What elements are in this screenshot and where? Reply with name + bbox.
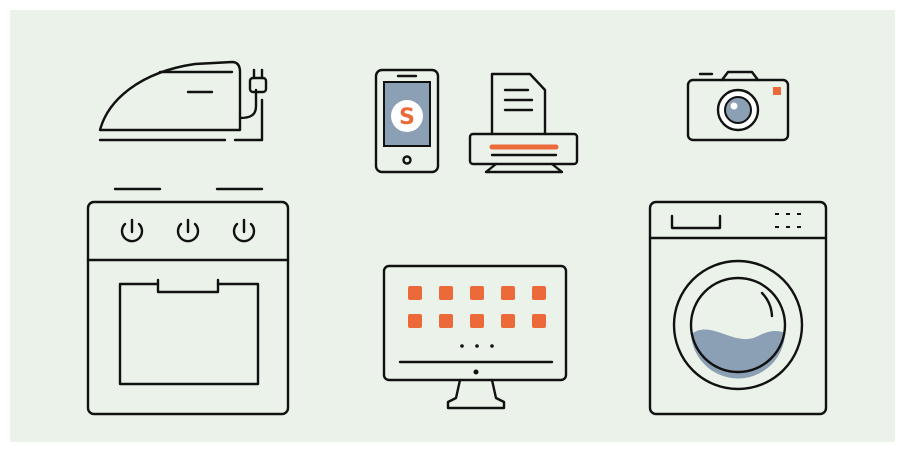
washing-machine-icon (648, 200, 828, 416)
app-tile (532, 314, 546, 328)
app-tile (408, 314, 422, 328)
app-tile (470, 286, 484, 300)
monitor-icon (382, 264, 568, 410)
iron-icon (98, 60, 268, 142)
camera-icon (686, 70, 790, 142)
app-tile (408, 286, 422, 300)
app-tile (439, 314, 453, 328)
app-tile (532, 286, 546, 300)
printer-icon (468, 72, 579, 174)
app-tiles (408, 286, 546, 328)
app-tile (439, 286, 453, 300)
app-tile (501, 286, 515, 300)
page-dots (460, 344, 494, 348)
smartphone-icon: S (374, 68, 440, 174)
oven-icon (86, 187, 290, 416)
control-buttons (775, 213, 801, 228)
app-tile (470, 314, 484, 328)
appliance-illustration: S (86, 60, 828, 416)
smartphone-logo-letter: S (399, 105, 415, 130)
app-tile (501, 314, 515, 328)
